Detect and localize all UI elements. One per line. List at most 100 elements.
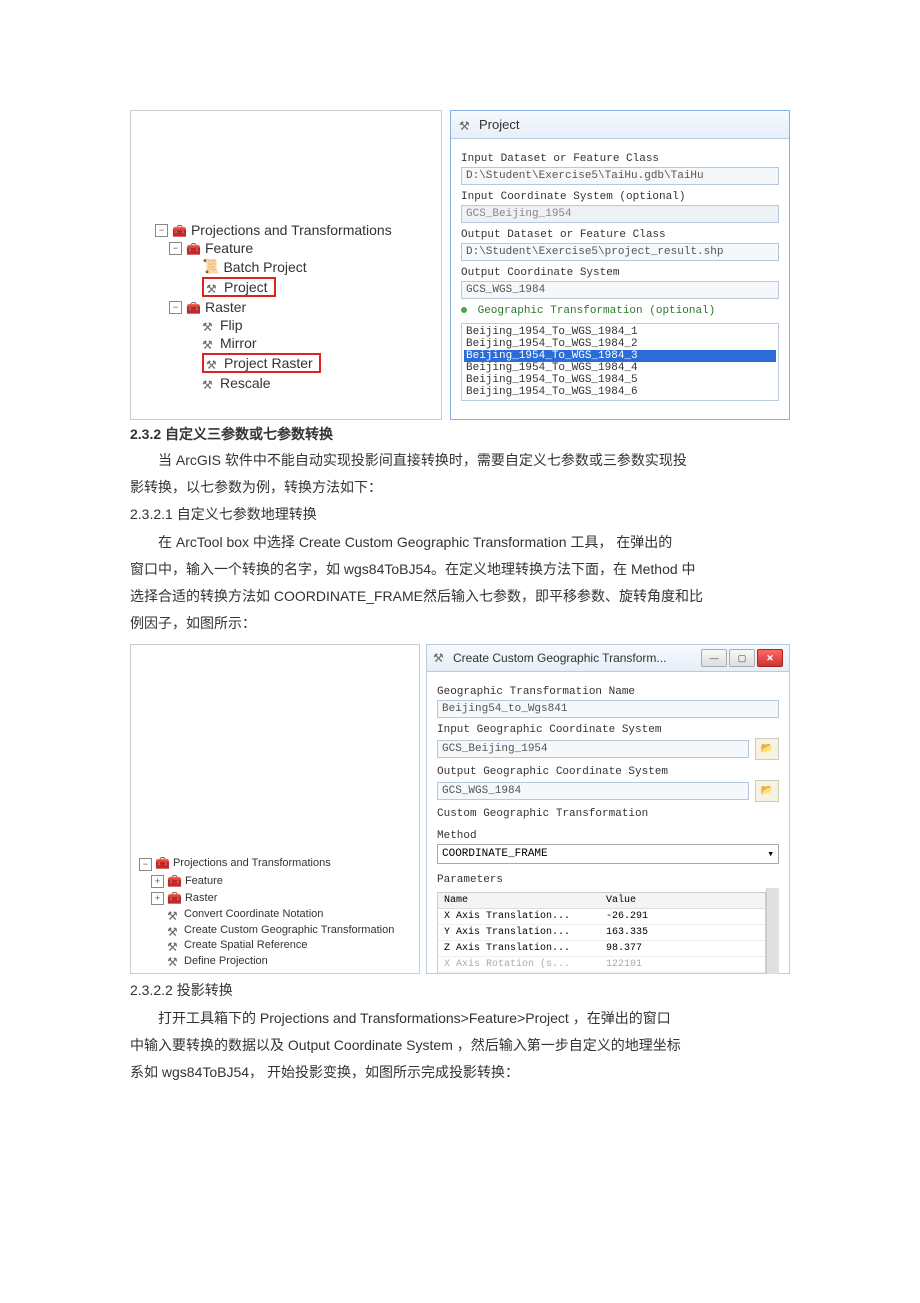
paragraph: 例因子，如图所示： <box>130 611 790 636</box>
cgt-label: Custom Geographic Transformation <box>437 808 779 820</box>
hammer-icon <box>167 939 181 953</box>
dialog-title-bar: Project <box>451 111 789 139</box>
tree-node-flip[interactable]: Flip <box>155 316 441 334</box>
tree-label: Projections and Transformations <box>173 856 331 871</box>
browse-button[interactable]: 📂 <box>755 780 779 802</box>
input-dataset-field[interactable]: D:\Student\Exercise5\TaiHu.gdb\TaiHu <box>461 167 779 185</box>
output-dataset-field[interactable]: D:\Student\Exercise5\project_result.shp <box>461 243 779 261</box>
tree-node-project[interactable]: Project <box>155 276 441 298</box>
tree-node-rescale[interactable]: Rescale <box>155 374 441 392</box>
geo-item-selected[interactable]: Beijing_1954_To_WGS_1984_3 <box>464 350 776 362</box>
hammer-icon <box>202 376 216 390</box>
tree-label: Create Spatial Reference <box>184 938 308 953</box>
tree-label: Raster <box>205 299 246 315</box>
tree-node-csr[interactable]: Create Spatial Reference <box>139 938 419 953</box>
tree-label: Flip <box>220 317 243 333</box>
paragraph: 打开工具箱下的 Projections and Transformations>… <box>130 1006 790 1031</box>
dialog-title-bar: Create Custom Geographic Transform... — … <box>427 645 789 672</box>
tree-node-batch-project[interactable]: 📜 Batch Project <box>155 257 441 276</box>
tree-node-root[interactable]: − Projections and Transformations <box>139 855 419 872</box>
tree-node-define-proj[interactable]: Define Projection <box>139 954 419 969</box>
gt-name-label: Geographic Transformation Name <box>437 686 779 698</box>
expander-minus-icon[interactable]: − <box>139 858 152 871</box>
maximize-button[interactable]: ▢ <box>729 649 755 667</box>
table-row[interactable]: X Axis Translation... -26.291 <box>438 909 765 925</box>
table-row[interactable]: X Axis Rotation (s... 122101 <box>438 957 765 973</box>
tree-node-raster[interactable]: + Raster <box>139 890 419 907</box>
paragraph: 窗口中，输入一个转换的名字，如 wgs84ToBJ54。在定义地理转换方法下面，… <box>130 557 790 582</box>
table-row[interactable]: Z Axis Translation... 98.377 <box>438 941 765 957</box>
hammer-icon <box>206 356 220 370</box>
hammer-icon <box>167 908 181 922</box>
expander-minus-icon[interactable]: − <box>155 224 168 237</box>
bullet-icon <box>461 307 467 313</box>
tree-label: Projections and Transformations <box>191 222 392 238</box>
geo-transform-label[interactable]: Geographic Transformation (optional) <box>461 305 779 317</box>
geo-item[interactable]: Beijing_1954_To_WGS_1984_5 <box>464 374 776 386</box>
output-gcs-field[interactable]: GCS_WGS_1984 <box>437 782 749 800</box>
geo-item[interactable]: Beijing_1954_To_WGS_1984_4 <box>464 362 776 374</box>
paragraph: 影转换，以七参数为例，转换方法如下： <box>130 475 790 500</box>
toolbox-icon <box>172 222 187 238</box>
geo-item[interactable]: Beijing_1954_To_WGS_1984_2 <box>464 338 776 350</box>
expander-minus-icon[interactable]: − <box>169 242 182 255</box>
heading-2-3-2-1: 2.3.2.1 自定义七参数地理转换 <box>130 502 790 527</box>
output-cs-field[interactable]: GCS_WGS_1984 <box>461 281 779 299</box>
param-name: Z Axis Translation... <box>438 941 600 956</box>
input-gcs-label: Input Geographic Coordinate System <box>437 724 779 736</box>
geo-transform-text: Geographic Transformation (optional) <box>478 305 716 317</box>
tree-node-feature[interactable]: − Feature <box>155 239 441 257</box>
table-row[interactable]: Y Axis Translation... 163.335 <box>438 925 765 941</box>
output-dataset-label: Output Dataset or Feature Class <box>461 229 779 241</box>
tree-node-root[interactable]: − Projections and Transformations <box>155 221 441 239</box>
parameters-label: Parameters <box>437 874 779 886</box>
paragraph: 系如 wgs84ToBJ54， 开始投影变换，如图所示完成投影转换： <box>130 1060 790 1085</box>
close-button[interactable]: ✕ <box>757 649 783 667</box>
browse-button[interactable]: 📂 <box>755 738 779 760</box>
expander-minus-icon[interactable]: − <box>169 301 182 314</box>
project-dialog: Project Input Dataset or Feature Class D… <box>450 110 790 420</box>
tree-node-project-raster[interactable]: Project Raster <box>155 352 441 374</box>
input-cs-field[interactable]: GCS_Beijing_1954 <box>461 205 779 223</box>
paragraph: 中输入要转换的数据以及 Output Coordinate System ，然后… <box>130 1033 790 1058</box>
expander-plus-icon[interactable]: + <box>151 875 164 888</box>
highlight-box: Project <box>202 277 276 297</box>
tree-node-feature[interactable]: + Feature <box>139 873 419 890</box>
tree-label: Project <box>224 279 268 295</box>
figure-project-tool: − Projections and Transformations − Feat… <box>130 110 790 420</box>
paragraph: 当 ArcGIS 软件中不能自动实现投影间直接转换时，需要自定义七参数或三参数实… <box>130 448 790 473</box>
toolbox-icon <box>155 855 170 872</box>
geo-transform-list[interactable]: Beijing_1954_To_WGS_1984_1 Beijing_1954_… <box>461 323 779 401</box>
geo-item[interactable]: Beijing_1954_To_WGS_1984_6 <box>464 386 776 398</box>
toolbox-icon <box>186 299 201 315</box>
minimize-button[interactable]: — <box>701 649 727 667</box>
tree-node-raster[interactable]: − Raster <box>155 298 441 316</box>
tree-label: Project Raster <box>224 355 313 371</box>
tree-node-ccgt[interactable]: Create Custom Geographic Transformation <box>139 923 419 938</box>
tree-projections: − Projections and Transformations − Feat… <box>130 110 442 420</box>
method-select[interactable]: COORDINATE_FRAME ▾ <box>437 844 779 864</box>
parameters-table: Name Value X Axis Translation... -26.291… <box>437 892 766 974</box>
param-value: 122101 <box>600 957 702 972</box>
highlight-box: Project Raster <box>202 353 321 373</box>
script-icon: 📜 <box>202 258 219 275</box>
tree-label: Define Projection <box>184 954 268 969</box>
input-gcs-field[interactable]: GCS_Beijing_1954 <box>437 740 749 758</box>
input-dataset-label: Input Dataset or Feature Class <box>461 153 779 165</box>
gt-name-field[interactable]: Beijing54_to_Wgs841 <box>437 700 779 718</box>
hammer-icon <box>459 118 473 132</box>
output-gcs-label: Output Geographic Coordinate System <box>437 766 779 778</box>
hammer-icon <box>202 336 216 350</box>
dialog-title: Create Custom Geographic Transform... <box>453 651 666 665</box>
expander-plus-icon[interactable]: + <box>151 892 164 905</box>
tree-node-mirror[interactable]: Mirror <box>155 334 441 352</box>
toolbox-icon <box>186 240 201 256</box>
table-header: Name Value <box>438 893 765 909</box>
hammer-icon <box>206 280 220 294</box>
param-name: Y Axis Translation... <box>438 925 600 940</box>
tree-node-convert-coord[interactable]: Convert Coordinate Notation <box>139 907 419 922</box>
method-value: COORDINATE_FRAME <box>442 848 548 860</box>
scrollbar[interactable] <box>766 888 779 974</box>
geo-item[interactable]: Beijing_1954_To_WGS_1984_1 <box>464 326 776 338</box>
figure-ccgt-tool: − Projections and Transformations + Feat… <box>130 644 790 974</box>
